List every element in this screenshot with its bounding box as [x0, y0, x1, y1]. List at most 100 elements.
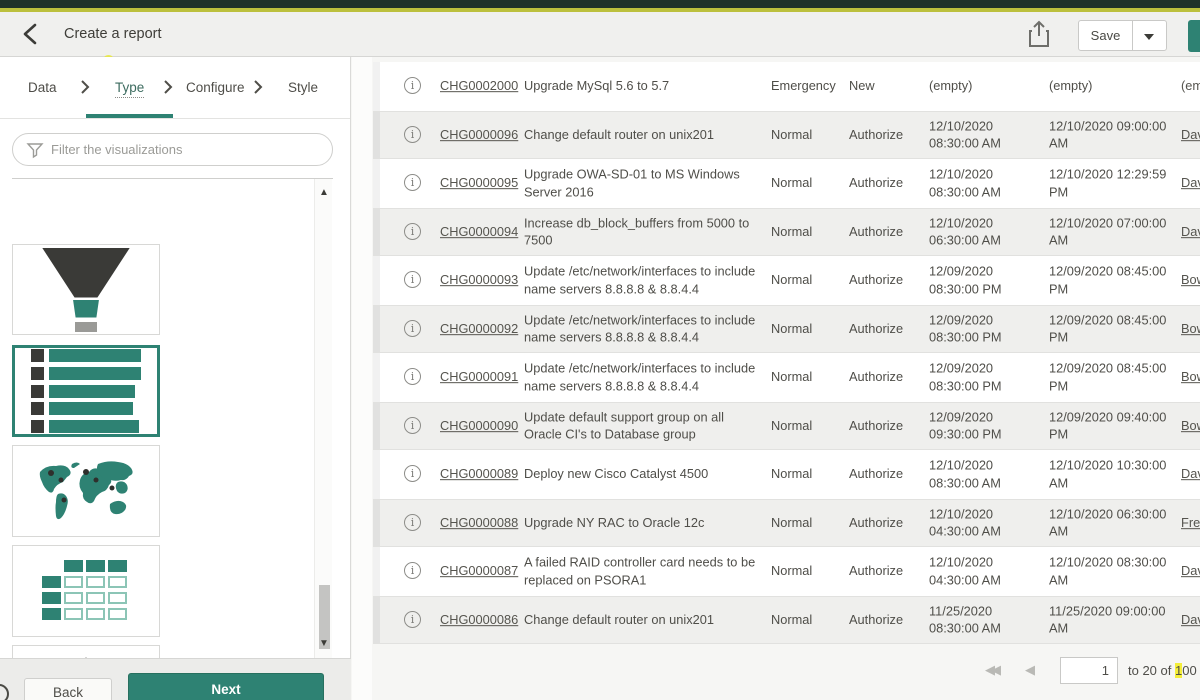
info-icon[interactable]: i	[404, 611, 421, 628]
table-row: i CHG0000091 Update /etc/network/interfa…	[373, 353, 1200, 402]
back-button[interactable]: Back	[24, 678, 112, 700]
priority-value: Normal	[771, 611, 845, 629]
short-description: Change default router on unix201	[524, 611, 764, 629]
assignee-link[interactable]: Bow	[1181, 369, 1200, 384]
row-edge	[373, 597, 380, 644]
previous-page-icon[interactable]: ◀	[1025, 662, 1035, 678]
pagination-bar: ◀◀ ◀ to 20 of 100	[373, 650, 1200, 692]
page-number-input[interactable]	[1060, 657, 1118, 684]
assignee-link[interactable]: Dav	[1181, 224, 1200, 239]
change-table: i CHG0002000 Upgrade MySql 5.6 to 5.7 Em…	[373, 62, 1200, 644]
planned-start-date: 12/09/2020 08:30:00 PM	[929, 263, 1045, 298]
viz-card-map[interactable]	[12, 445, 160, 537]
tab-configure[interactable]: Configure	[186, 80, 245, 95]
planned-start-date: 12/10/2020 04:30:00 AM	[929, 505, 1045, 540]
viz-card-heatmap[interactable]	[12, 545, 160, 637]
change-number-link[interactable]: CHG0000087	[440, 563, 518, 578]
priority-value: Normal	[771, 368, 845, 386]
info-icon[interactable]: i	[404, 562, 421, 579]
change-number-link[interactable]: CHG0000089	[440, 466, 518, 481]
change-number-link[interactable]: CHG0000096	[440, 127, 518, 142]
planned-end-date: 12/10/2020 07:00:00 AM	[1049, 214, 1169, 249]
info-icon[interactable]: i	[404, 271, 421, 288]
row-edge	[373, 547, 380, 596]
info-icon[interactable]: i	[404, 514, 421, 531]
state-value: Authorize	[849, 174, 927, 192]
scroll-down-icon[interactable]: ▼	[318, 638, 330, 650]
planned-start-date: 11/25/2020 08:30:00 AM	[929, 602, 1045, 637]
tab-style[interactable]: Style	[288, 80, 318, 95]
assignee-link[interactable]: Bow	[1181, 321, 1200, 336]
short-description: Change default router on unix201	[524, 126, 764, 144]
planned-end-date: 12/10/2020 12:29:59 PM	[1049, 166, 1169, 201]
info-icon[interactable]: i	[404, 77, 421, 94]
info-icon[interactable]: i	[404, 320, 421, 337]
viz-card-list[interactable]	[12, 345, 160, 437]
row-edge	[373, 500, 380, 547]
viz-card-funnel[interactable]	[12, 244, 160, 335]
share-icon[interactable]	[1026, 19, 1052, 49]
info-icon[interactable]: i	[404, 174, 421, 191]
run-button-partial[interactable]	[1188, 20, 1200, 52]
info-icon[interactable]: i	[404, 417, 421, 434]
table-row: i CHG0000092 Update /etc/network/interfa…	[373, 305, 1200, 354]
state-value: Authorize	[849, 465, 927, 483]
save-dropdown-button[interactable]	[1132, 20, 1167, 51]
change-number-link[interactable]: CHG0000091	[440, 369, 518, 384]
assignee-link[interactable]: Fre	[1181, 515, 1200, 530]
assignee-link: (em	[1181, 78, 1200, 93]
row-edge	[373, 159, 380, 208]
first-page-icon[interactable]: ◀◀	[985, 662, 997, 678]
assignee-link[interactable]: Dav	[1181, 563, 1200, 578]
short-description: Update /etc/network/interfaces to includ…	[524, 360, 764, 395]
save-button[interactable]: Save	[1078, 20, 1133, 51]
short-description: Update default support group on all Orac…	[524, 408, 764, 443]
state-value: Authorize	[849, 223, 927, 241]
state-value: Authorize	[849, 320, 927, 338]
state-value: Authorize	[849, 611, 927, 629]
change-number-link[interactable]: CHG0000090	[440, 418, 518, 433]
info-icon[interactable]: i	[404, 465, 421, 482]
planned-end-date: 12/10/2020 10:30:00 AM	[1049, 457, 1169, 492]
assignee-link[interactable]: Bow	[1181, 272, 1200, 287]
assignee-link[interactable]: Dav	[1181, 612, 1200, 627]
planned-end-date: 12/09/2020 08:45:00 PM	[1049, 360, 1169, 395]
assignee-link[interactable]: Dav	[1181, 175, 1200, 190]
tab-data[interactable]: Data	[28, 80, 57, 95]
table-row: i CHG0000093 Update /etc/network/interfa…	[373, 256, 1200, 305]
planned-start-date: 12/10/2020 04:30:00 AM	[929, 554, 1045, 589]
short-description: Upgrade NY RAC to Oracle 12c	[524, 514, 764, 532]
short-description: Update /etc/network/interfaces to includ…	[524, 311, 764, 346]
viz-card-pyramid[interactable]	[12, 645, 160, 658]
tab-type[interactable]: Type	[115, 80, 144, 98]
panel-scrollbar[interactable]: ▲ ▼	[314, 179, 332, 658]
assignee-link[interactable]: Dav	[1181, 127, 1200, 142]
next-button[interactable]: Next	[128, 673, 324, 700]
state-value: Authorize	[849, 417, 927, 435]
state-value: Authorize	[849, 368, 927, 386]
change-number-link[interactable]: CHG0000093	[440, 272, 518, 287]
change-number-link[interactable]: CHG0000092	[440, 321, 518, 336]
info-icon[interactable]: i	[404, 126, 421, 143]
planned-start-date: 12/09/2020 08:30:00 PM	[929, 311, 1045, 346]
info-icon[interactable]: i	[404, 368, 421, 385]
change-number-link[interactable]: CHG0000086	[440, 612, 518, 627]
pagination-range-label: to 20 of 100	[1128, 663, 1197, 678]
scroll-up-icon[interactable]: ▲	[318, 187, 330, 199]
filter-input[interactable]	[51, 136, 321, 163]
change-number-link[interactable]: CHG0000094	[440, 224, 518, 239]
brand-stripe-dark	[0, 0, 1200, 8]
row-edge	[373, 306, 380, 353]
change-number-link[interactable]: CHG0000095	[440, 175, 518, 190]
planned-end-date: 12/09/2020 09:40:00 PM	[1049, 408, 1169, 443]
assignee-link[interactable]: Dav	[1181, 466, 1200, 481]
row-edge	[373, 62, 380, 111]
state-value: Authorize	[849, 514, 927, 532]
back-chevron-icon[interactable]	[18, 21, 44, 47]
table-row: i CHG0000096 Change default router on un…	[373, 111, 1200, 160]
change-number-link[interactable]: CHG0000088	[440, 515, 518, 530]
short-description: Deploy new Cisco Catalyst 4500	[524, 465, 764, 483]
assignee-link[interactable]: Bow	[1181, 418, 1200, 433]
change-number-link[interactable]: CHG0002000	[440, 78, 518, 93]
info-icon[interactable]: i	[404, 223, 421, 240]
